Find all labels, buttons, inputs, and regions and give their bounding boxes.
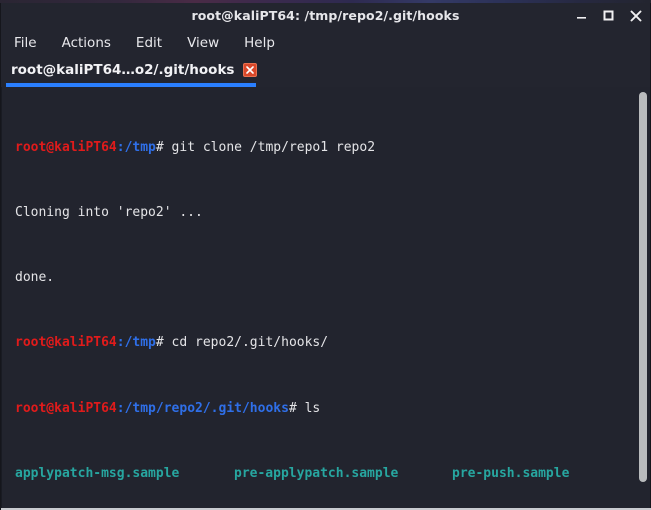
menu-item-file[interactable]: File (14, 35, 37, 51)
terminal-area: root@kaliPT64:/tmp# git clone /tmp/repo1… (1, 87, 650, 510)
terminal-command: cd repo2/.git/hooks/ (163, 335, 329, 351)
terminal-line: root@kaliPT64:/tmp/repo2/.git/hooks# ls (15, 401, 635, 417)
file-listing-row: applypatch-msg.sample pre-applypatch.samp… (15, 466, 635, 482)
file-name: applypatch-msg.sample (15, 465, 180, 481)
maximize-icon[interactable] (602, 9, 615, 22)
tab-active[interactable]: root@kaliPT64…o2/.git/hooks (1, 57, 265, 83)
terminal-line: root@kaliPT64:/tmp# git clone /tmp/repo1… (15, 140, 635, 156)
window-controls (575, 3, 642, 28)
prompt-separator: : (116, 335, 125, 351)
menu-item-edit[interactable]: Edit (136, 35, 162, 51)
prompt-sigil: # (155, 335, 164, 351)
menu-item-help[interactable]: Help (244, 35, 275, 51)
window-title: root@kaliPT64: /tmp/repo2/.git/hooks (191, 8, 460, 23)
prompt-separator: : (116, 139, 125, 155)
prompt-user: root@kaliPT64 (15, 335, 117, 351)
menu-item-view[interactable]: View (187, 35, 219, 51)
prompt-sigil: # (155, 139, 164, 155)
prompt-sigil: # (288, 400, 297, 416)
prompt-path: /tmp (124, 335, 156, 351)
terminal-output-text: Cloning into 'repo2' ... (15, 205, 203, 221)
menubar: File Actions Edit View Help (1, 28, 650, 57)
minimize-icon[interactable] (575, 9, 588, 22)
menu-item-actions[interactable]: Actions (62, 35, 111, 51)
terminal-line: Cloning into 'repo2' ... (15, 205, 635, 221)
prompt-user: root@kaliPT64 (15, 139, 117, 155)
terminal-command: ls (296, 400, 321, 416)
tab-label: root@kaliPT64…o2/.git/hooks (11, 62, 235, 78)
terminal-window: root@kaliPT64: /tmp/repo2/.git/hooks Fil… (0, 3, 651, 510)
terminal-command: git clone /tmp/repo1 repo2 (163, 139, 376, 155)
terminal-scrollbar[interactable] (635, 87, 650, 510)
file-name: pre-push.sample (452, 465, 570, 481)
terminal-output-text: done. (15, 270, 55, 286)
scrollbar-thumb[interactable] (639, 92, 647, 482)
prompt-user: root@kaliPT64 (15, 400, 117, 416)
tab-close-icon[interactable] (243, 63, 258, 77)
tabbar: root@kaliPT64…o2/.git/hooks (1, 57, 650, 87)
prompt-separator: : (116, 400, 125, 416)
prompt-path: /tmp (124, 139, 156, 155)
window-titlebar[interactable]: root@kaliPT64: /tmp/repo2/.git/hooks (1, 3, 650, 28)
prompt-path: /tmp/repo2/.git/hooks (124, 400, 289, 416)
terminal-output[interactable]: root@kaliPT64:/tmp# git clone /tmp/repo1… (2, 87, 635, 510)
close-icon[interactable] (629, 9, 642, 22)
terminal-line: done. (15, 270, 635, 286)
terminal-line: root@kaliPT64:/tmp# cd repo2/.git/hooks/ (15, 335, 635, 351)
file-name: pre-applypatch.sample (234, 465, 399, 481)
